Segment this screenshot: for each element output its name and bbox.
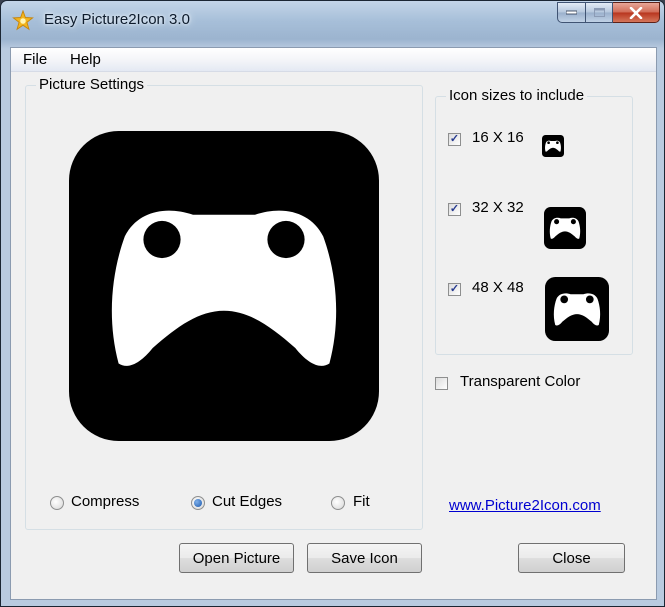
app-window: Easy Picture2Icon 3.0 File Help Picture … — [0, 0, 665, 607]
menu-bar: File Help — [11, 48, 656, 72]
icon-sizes-legend: Icon sizes to include — [446, 87, 588, 104]
size-16-label: 16 X 16 — [472, 129, 524, 146]
size-32-label: 32 X 32 — [472, 199, 524, 216]
maximize-icon — [593, 8, 605, 17]
checkbox-48[interactable]: ✓ — [448, 283, 461, 296]
menu-file[interactable]: File — [23, 51, 47, 68]
minimize-icon — [566, 10, 577, 15]
checkbox-32[interactable]: ✓ — [448, 203, 461, 216]
radio-cut-edges-label: Cut Edges — [212, 493, 283, 510]
transparent-color-label: Transparent Color — [460, 373, 581, 390]
gamepad-preview-48-icon — [545, 277, 609, 341]
maximize-button[interactable] — [586, 2, 613, 23]
transparent-color-checkbox[interactable] — [435, 377, 448, 390]
caption-buttons — [557, 2, 660, 24]
minimize-button[interactable] — [557, 2, 586, 23]
picture-settings-group: Picture Settings Compress Cut Edges Fit — [25, 76, 423, 530]
window-title: Easy Picture2Icon 3.0 — [44, 11, 190, 28]
icon-sizes-group: Icon sizes to include ✓ 16 X 16 ✓ 32 X 3… — [435, 87, 633, 355]
star-icon — [12, 10, 34, 31]
title-bar[interactable]: Easy Picture2Icon 3.0 — [1, 1, 664, 39]
client-area: File Help Picture Settings Compress Cut … — [10, 47, 657, 600]
picture-settings-legend: Picture Settings — [36, 76, 148, 93]
close-button[interactable]: Close — [518, 543, 625, 573]
radio-compress-label: Compress — [71, 493, 140, 510]
radio-fit[interactable] — [331, 496, 345, 510]
open-picture-button[interactable]: Open Picture — [179, 543, 294, 573]
gamepad-preview-32-icon — [544, 207, 586, 249]
website-link[interactable]: www.Picture2Icon.com — [449, 497, 601, 514]
size-48-label: 48 X 48 — [472, 279, 524, 296]
radio-fit-label: Fit — [353, 493, 370, 510]
radio-cut-edges[interactable] — [191, 496, 205, 510]
close-icon — [629, 6, 643, 19]
save-icon-button[interactable]: Save Icon — [307, 543, 422, 573]
menu-help[interactable]: Help — [70, 51, 101, 68]
gamepad-icon — [69, 131, 379, 441]
radio-compress[interactable] — [50, 496, 64, 510]
gamepad-preview-16-icon — [542, 135, 564, 157]
close-window-button[interactable] — [613, 2, 660, 23]
checkbox-16[interactable]: ✓ — [448, 133, 461, 146]
